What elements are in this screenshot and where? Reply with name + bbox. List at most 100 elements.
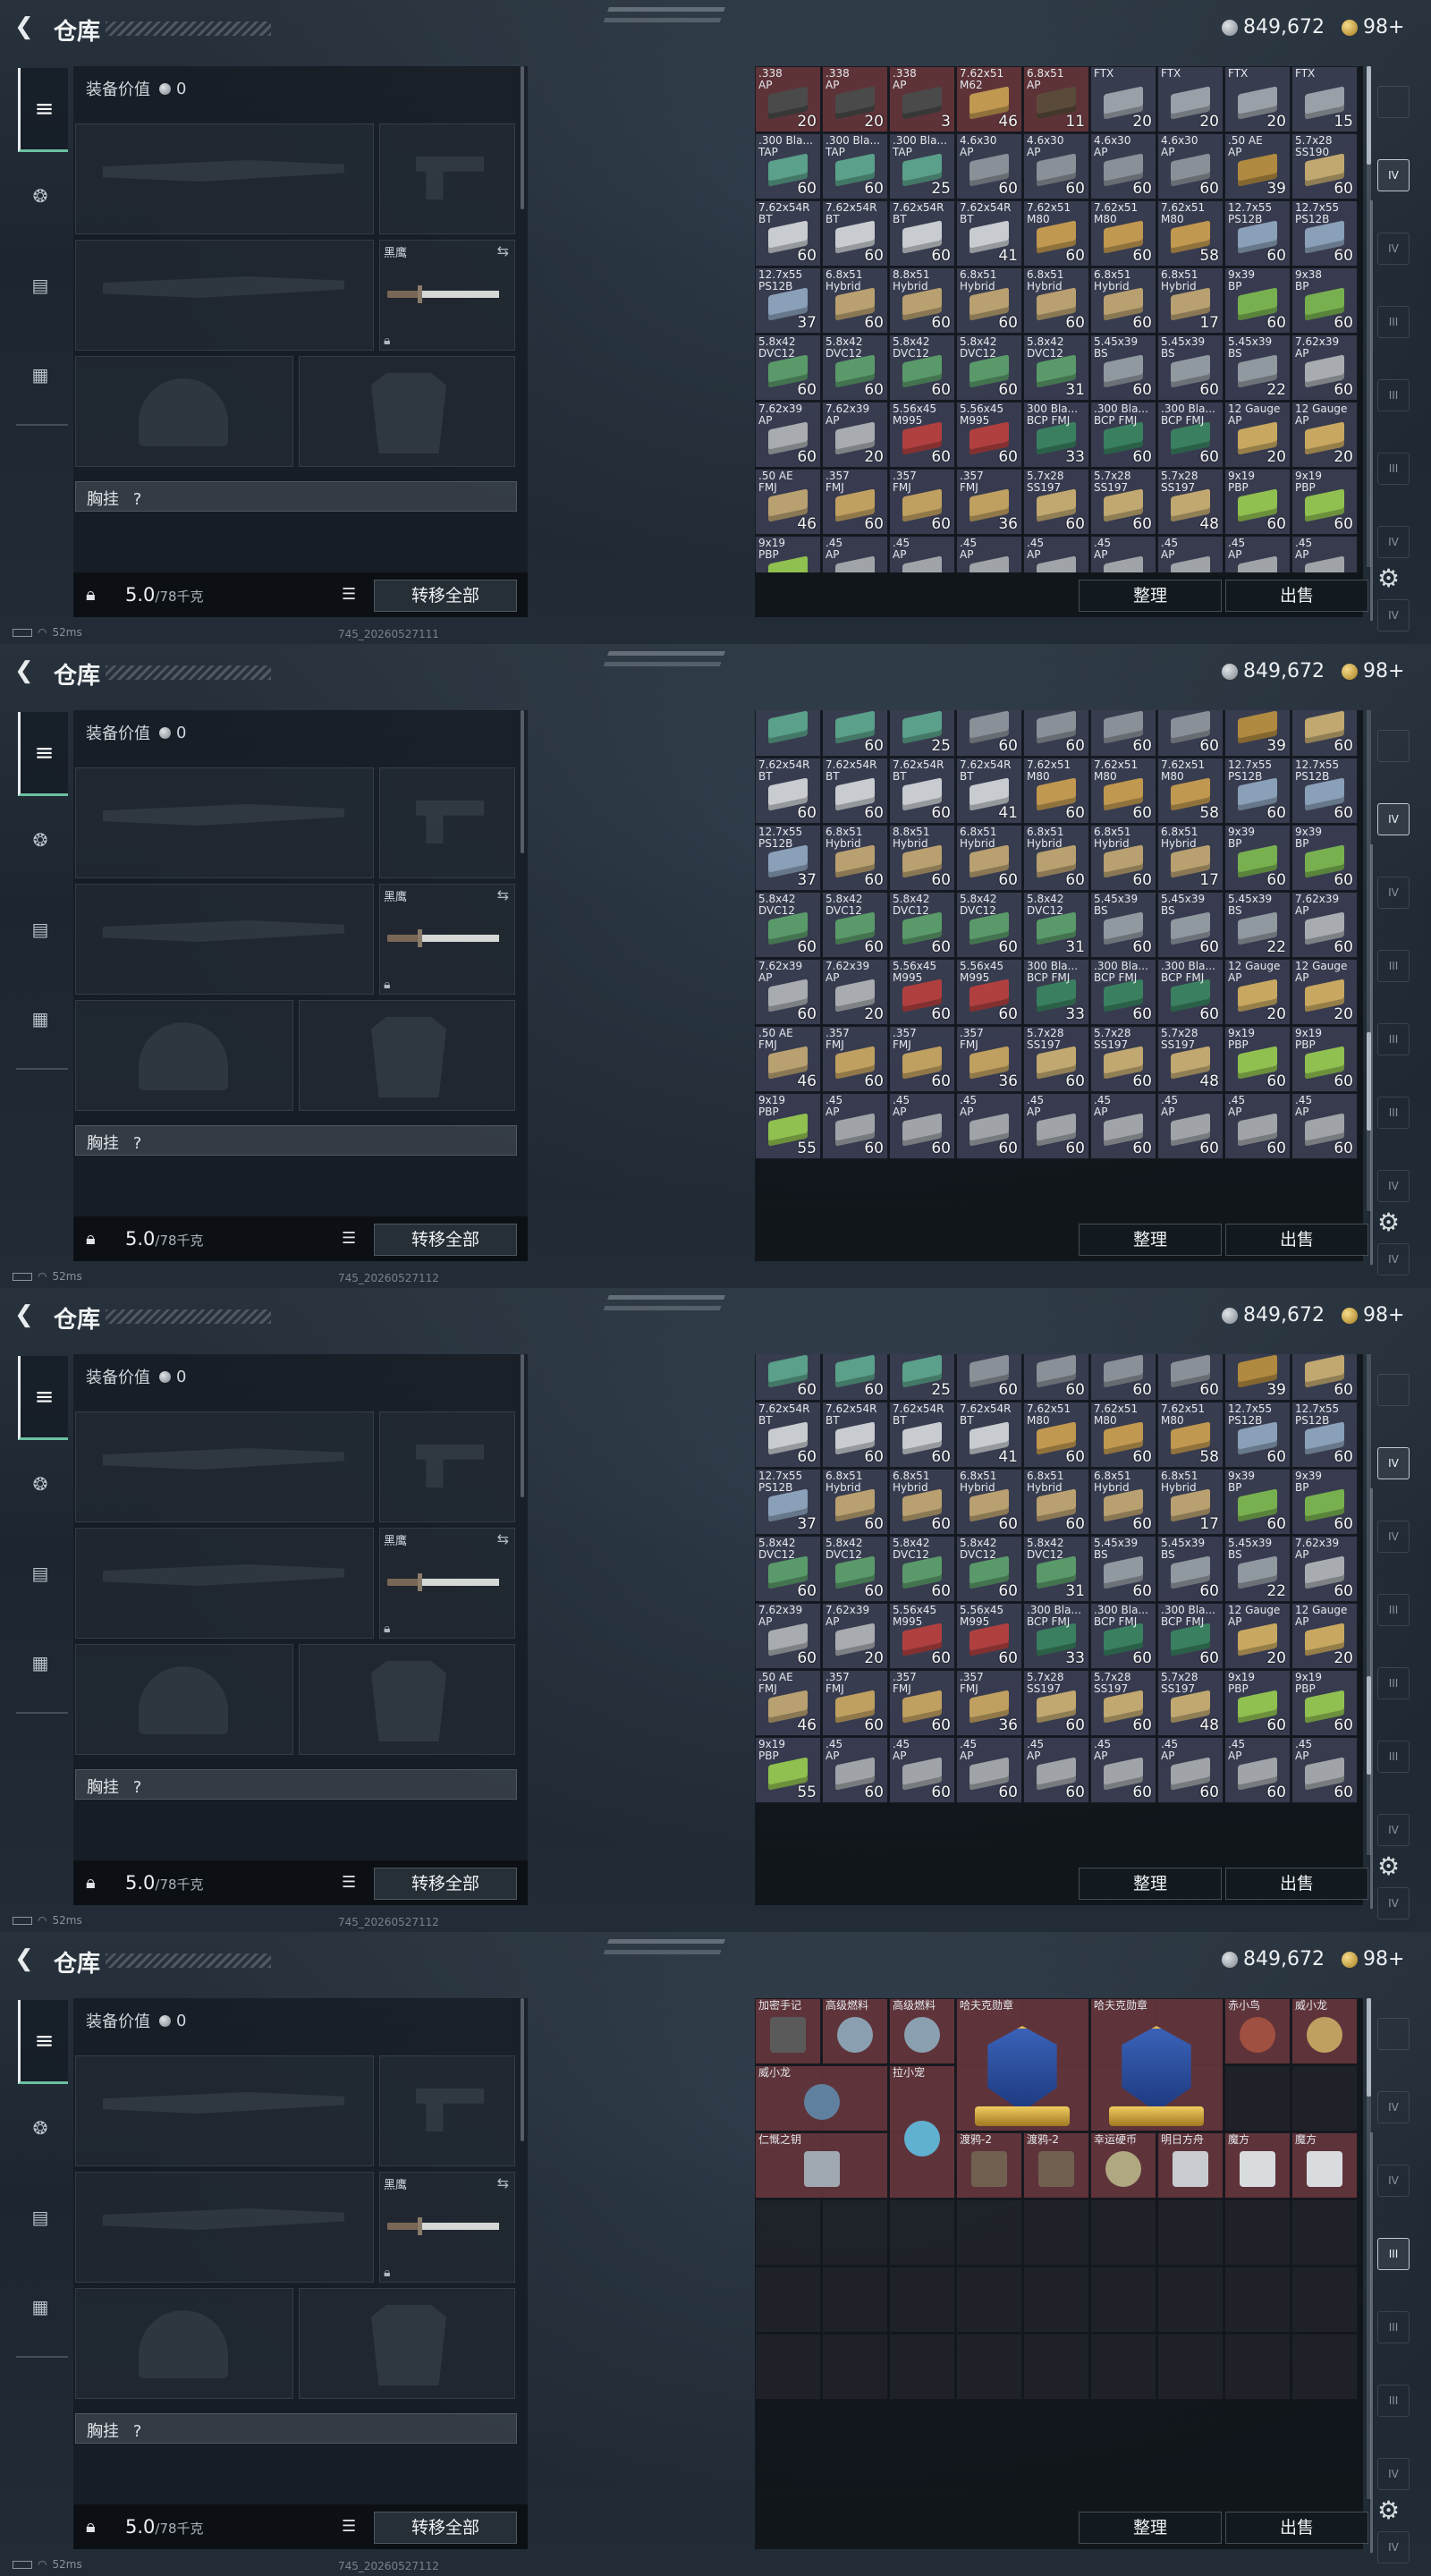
ammo-cell[interactable]: 5.56x45 M995 60: [956, 1603, 1022, 1669]
ammo-cell[interactable]: 7.62x51 M80 58: [1157, 200, 1224, 267]
ammo-cell[interactable]: 6.8x51 Hybrid 60: [956, 825, 1022, 891]
nav-rig[interactable]: ▤: [20, 1553, 61, 1594]
nav-backpack[interactable]: ▦: [20, 2286, 61, 2327]
ammo-cell[interactable]: 9x39 BP 60: [1291, 1469, 1358, 1535]
tab-container-4[interactable]: III: [1377, 950, 1410, 982]
ammo-cell[interactable]: .338 AP 3: [889, 66, 955, 132]
ammo-cell[interactable]: .45 AP 60: [1157, 1737, 1224, 1803]
nav-weapons[interactable]: ≡: [18, 712, 68, 796]
ammo-cell[interactable]: .45 AP: [1023, 536, 1089, 572]
ammo-cell[interactable]: 5.45x39 BS 60: [1090, 1536, 1156, 1602]
ammo-cell[interactable]: .45 AP: [1291, 536, 1358, 572]
ammo-cell[interactable]: .300 Bla... BCP FMJ 33: [1023, 1603, 1089, 1669]
ammo-cell[interactable]: .357 FMJ 60: [889, 1670, 955, 1736]
item-cell[interactable]: 幸运硬币: [1090, 2132, 1156, 2199]
empty-cell[interactable]: [889, 2199, 955, 2266]
tab-container-7[interactable]: IV: [1377, 526, 1410, 558]
chest-rig-bar[interactable]: 胸挂 ?: [75, 2413, 517, 2444]
item-cell[interactable]: 魔方: [1224, 2132, 1291, 2199]
nav-weapons[interactable]: ≡: [18, 2000, 68, 2084]
armor-slot[interactable]: [299, 1644, 515, 1755]
ammo-cell[interactable]: 60: [822, 710, 888, 757]
secondary-weapon-slot[interactable]: [75, 240, 374, 351]
ammo-cell[interactable]: .45 AP 60: [1023, 1737, 1089, 1803]
empty-cell[interactable]: [1291, 2334, 1358, 2400]
ammo-cell[interactable]: 7.62x51 M80 60: [1023, 200, 1089, 267]
ammo-cell[interactable]: 12.7x55 PS12B 60: [1224, 1402, 1291, 1468]
empty-cell[interactable]: [822, 2334, 888, 2400]
ammo-cell[interactable]: 5.7x28 SS197 60: [1023, 1670, 1089, 1736]
tab-container-5[interactable]: III: [1377, 2311, 1410, 2343]
ammo-cell[interactable]: 7.62x54R BT 41: [956, 758, 1022, 824]
melee-slot[interactable]: 黑鹰 ⇆ 🔒︎: [379, 2172, 515, 2283]
chest-rig-bar[interactable]: 胸挂 ?: [75, 481, 517, 512]
ammo-cell[interactable]: 5.45x39 BS 22: [1224, 892, 1291, 958]
tab-container-8[interactable]: IV: [1377, 2531, 1410, 2563]
ammo-cell[interactable]: 5.45x39 BS 60: [1157, 892, 1224, 958]
ammo-cell[interactable]: .45 AP 60: [822, 1737, 888, 1803]
tab-container-6[interactable]: III: [1377, 1097, 1410, 1129]
tab-container-3[interactable]: IV: [1377, 877, 1410, 909]
empty-cell[interactable]: [956, 2334, 1022, 2400]
back-icon[interactable]: ❮: [14, 15, 38, 38]
swap-icon[interactable]: ⇆: [497, 2174, 509, 2191]
ammo-cell[interactable]: 12.7x55 PS12B 60: [1291, 758, 1358, 824]
empty-cell[interactable]: [1224, 2334, 1291, 2400]
helmet-slot[interactable]: [75, 1644, 293, 1755]
nav-backpack[interactable]: ▦: [20, 354, 61, 395]
list-icon[interactable]: ☰: [342, 1229, 356, 1248]
item-cell[interactable]: 渡鸦-2: [1023, 2132, 1089, 2199]
ammo-cell[interactable]: 7.62x51 M80 58: [1157, 1402, 1224, 1468]
ammo-cell[interactable]: 5.7x28 SS197 60: [1023, 469, 1089, 535]
ammo-cell[interactable]: 6.8x51 Hybrid 60: [1090, 267, 1156, 334]
transfer-all-button[interactable]: 转移全部: [374, 580, 517, 612]
equipment-scrollbar[interactable]: [521, 710, 524, 853]
item-cell[interactable]: 仁慨之钥: [755, 2132, 888, 2199]
ammo-cell[interactable]: 5.8x42 DVC12 60: [755, 892, 821, 958]
ammo-cell[interactable]: 12.7x55 PS12B 37: [755, 267, 821, 334]
ammo-cell[interactable]: 7.62x51 M80 60: [1090, 200, 1156, 267]
ammo-cell[interactable]: 5.45x39 BS 60: [1090, 335, 1156, 401]
ammo-cell[interactable]: FTX 20: [1157, 66, 1224, 132]
primary-weapon-slot[interactable]: [75, 2055, 374, 2166]
ammo-cell[interactable]: 7.62x51 M80 60: [1023, 758, 1089, 824]
ammo-cell[interactable]: 5.8x42 DVC12 31: [1023, 892, 1089, 958]
ammo-cell[interactable]: 7.62x39 AP 60: [755, 402, 821, 468]
ammo-cell[interactable]: 5.45x39 BS 60: [1157, 1536, 1224, 1602]
ammo-cell[interactable]: .45 AP 60: [1224, 1737, 1291, 1803]
ammo-cell[interactable]: .338 AP 20: [822, 66, 888, 132]
help-icon[interactable]: ?: [133, 1778, 142, 1797]
tab-container-3[interactable]: IV: [1377, 233, 1410, 265]
tab-container-4[interactable]: III: [1377, 1594, 1410, 1626]
ammo-cell[interactable]: 7.62x39 AP 60: [1291, 1536, 1358, 1602]
nav-armor[interactable]: ❂: [20, 175, 61, 216]
melee-slot[interactable]: 黑鹰 ⇆ 🔒︎: [379, 884, 515, 995]
nav-armor[interactable]: ❂: [20, 2107, 61, 2148]
ammo-cell[interactable]: 9x19 PBP 60: [1291, 469, 1358, 535]
ammo-cell[interactable]: 7.62x51 M80 60: [1023, 1402, 1089, 1468]
help-icon[interactable]: ?: [133, 1134, 142, 1153]
nav-backpack[interactable]: ▦: [20, 1642, 61, 1683]
tab-container-2[interactable]: IV: [1377, 1447, 1410, 1479]
ammo-cell[interactable]: .50 AE FMJ 46: [755, 469, 821, 535]
ammo-cell[interactable]: 5.7x28 SS197 60: [1023, 1026, 1089, 1092]
ammo-cell[interactable]: .300 Bla... TAP 60: [755, 133, 821, 199]
gear-icon[interactable]: ⚙: [1377, 1852, 1400, 1881]
ammo-cell[interactable]: .45 AP 60: [1023, 1093, 1089, 1159]
sort-button[interactable]: 整理: [1079, 580, 1222, 612]
ammo-cell[interactable]: 7.62x54R BT 60: [889, 1402, 955, 1468]
ammo-cell[interactable]: 9x19 PBP 60: [1224, 1026, 1291, 1092]
empty-cell[interactable]: [1224, 2065, 1291, 2131]
empty-cell[interactable]: [755, 2334, 821, 2400]
item-cell[interactable]: 哈夫克勋章: [1090, 1998, 1224, 2131]
ammo-cell[interactable]: 5.45x39 BS 22: [1224, 335, 1291, 401]
ammo-cell[interactable]: .357 FMJ 36: [956, 469, 1022, 535]
tab-container-6[interactable]: III: [1377, 2385, 1410, 2417]
ammo-cell[interactable]: 6.8x51 Hybrid 60: [822, 267, 888, 334]
ammo-cell[interactable]: 60: [1157, 1354, 1224, 1401]
equipment-scrollbar[interactable]: [521, 1354, 524, 1497]
tab-container-3[interactable]: IV: [1377, 2165, 1410, 2197]
empty-cell[interactable]: [1291, 2199, 1358, 2266]
gold-currency[interactable]: 98+: [1342, 660, 1404, 682]
gold-currency[interactable]: 98+: [1342, 1304, 1404, 1326]
